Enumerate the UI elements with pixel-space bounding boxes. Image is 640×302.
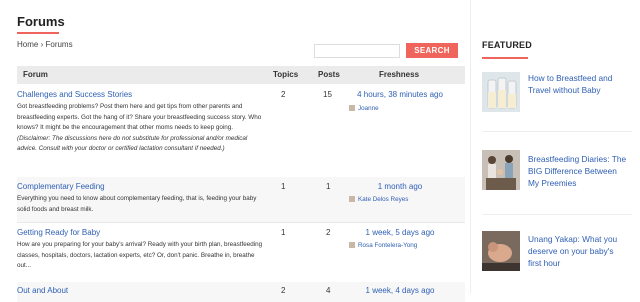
last-poster[interactable]: Joanne xyxy=(349,105,379,112)
forum-description: How are you preparing for your baby's ar… xyxy=(17,240,267,272)
table-row: Getting Ready for Baby How are you prepa… xyxy=(17,222,465,283)
user-avatar xyxy=(349,242,355,249)
last-poster-name: Joanne xyxy=(358,105,379,112)
freshness-link[interactable]: 1 week, 5 days ago xyxy=(345,228,455,237)
table-row: Challenges and Success Stories Got breas… xyxy=(17,84,465,178)
page-title: Forums xyxy=(17,14,65,29)
featured-separator xyxy=(482,131,632,132)
last-poster-name: Kate Delos Reyes xyxy=(358,196,409,203)
column-header-forum: Forum xyxy=(23,70,48,79)
featured-separator xyxy=(482,214,632,215)
forum-title-link[interactable]: Out and About xyxy=(17,286,68,295)
topics-count: 2 xyxy=(281,286,286,295)
forum-main: Forums Home › Forums SEARCH Forum Topics… xyxy=(0,0,470,302)
featured-thumbnail-newborn[interactable] xyxy=(482,231,520,271)
breadcrumb-home-link[interactable]: Home xyxy=(17,40,38,49)
column-header-posts: Posts xyxy=(318,70,340,79)
posts-count: 15 xyxy=(323,90,332,99)
posts-count: 1 xyxy=(326,182,331,191)
title-underline xyxy=(17,32,59,34)
featured-heading: FEATURED xyxy=(482,40,532,50)
last-poster[interactable]: Rosa Fontelera-Yong xyxy=(349,242,417,249)
forum-description-text: Got breastfeeding problems? Post them he… xyxy=(17,103,262,132)
forum-title-link[interactable]: Complementary Feeding xyxy=(17,182,105,191)
featured-link[interactable]: How to Breastfeed and Travel without Bab… xyxy=(528,72,628,96)
topics-count: 1 xyxy=(281,182,286,191)
column-header-freshness: Freshness xyxy=(379,70,420,79)
freshness-link[interactable]: 1 month ago xyxy=(345,182,455,191)
featured-underline xyxy=(482,57,528,59)
featured-link[interactable]: Unang Yakap: What you deserve on your ba… xyxy=(528,233,628,269)
breadcrumb: Home › Forums xyxy=(17,40,73,49)
sidebar-divider xyxy=(470,0,471,293)
featured-thumbnail-family[interactable] xyxy=(482,150,520,190)
forum-disclaimer: (Disclaimer: The discussions here do not… xyxy=(17,134,248,153)
table-row: Out and About 2 4 1 week, 4 days ago xyxy=(17,282,465,302)
breadcrumb-current: Forums xyxy=(45,40,73,49)
user-avatar xyxy=(349,105,355,112)
breadcrumb-separator: › xyxy=(40,40,44,49)
forum-description-text: Everything you need to know about comple… xyxy=(17,195,257,213)
featured-link[interactable]: Breastfeeding Diaries: The BIG Differenc… xyxy=(528,153,628,189)
last-poster[interactable]: Kate Delos Reyes xyxy=(349,196,408,203)
forum-description-text: How are you preparing for your baby's ar… xyxy=(17,241,263,270)
search-button[interactable]: SEARCH xyxy=(406,43,458,58)
topics-count: 2 xyxy=(281,90,286,99)
freshness-link[interactable]: 4 hours, 38 minutes ago xyxy=(345,90,455,99)
forum-description: Got breastfeeding problems? Post them he… xyxy=(17,102,267,155)
search-input[interactable] xyxy=(314,44,400,58)
table-row: Complementary Feeding Everything you nee… xyxy=(17,177,465,223)
posts-count: 2 xyxy=(326,228,331,237)
topics-count: 1 xyxy=(281,228,286,237)
forum-title-link[interactable]: Challenges and Success Stories xyxy=(17,90,132,99)
column-header-topics: Topics xyxy=(273,70,299,79)
forum-title-link[interactable]: Getting Ready for Baby xyxy=(17,228,100,237)
last-poster-name: Rosa Fontelera-Yong xyxy=(358,242,418,249)
freshness-link[interactable]: 1 week, 4 days ago xyxy=(345,286,455,295)
forum-description: Everything you need to know about comple… xyxy=(17,194,267,215)
featured-thumbnail-bottles[interactable] xyxy=(482,72,520,112)
user-avatar xyxy=(349,196,355,203)
posts-count: 4 xyxy=(326,286,331,295)
forum-table-header: Forum Topics Posts Freshness xyxy=(17,66,465,84)
